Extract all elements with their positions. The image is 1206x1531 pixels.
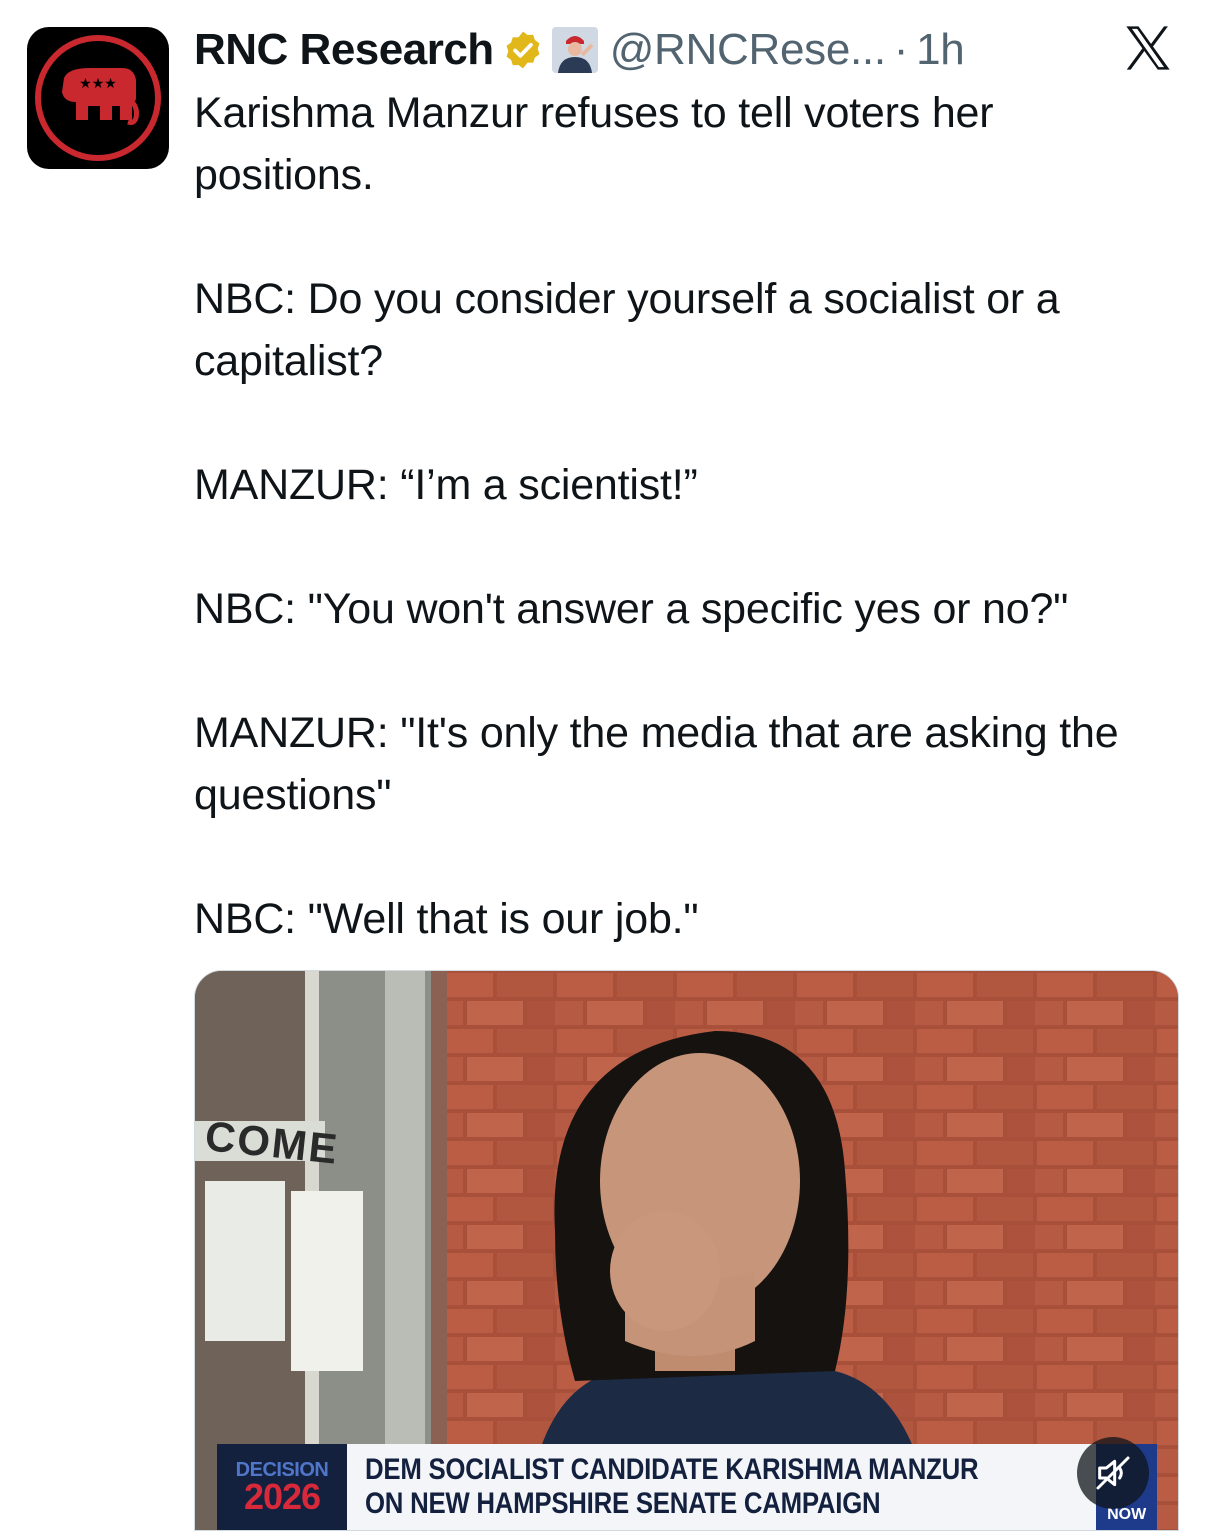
tweet-paragraph: Karishma Manzur refuses to tell voters h… bbox=[194, 89, 994, 199]
affiliate-avatar[interactable] bbox=[551, 27, 598, 73]
tweet-paragraph: NBC: "You won't answer a specific yes or… bbox=[194, 585, 1069, 633]
tweet-paragraph: NBC: Do you consider yourself a socialis… bbox=[194, 275, 1060, 385]
tweet-paragraph: MANZUR: "It's only the media that are as… bbox=[194, 709, 1119, 819]
account-handle[interactable]: @RNCRese... bbox=[610, 25, 886, 75]
rnc-avatar[interactable]: ★★★ bbox=[27, 27, 169, 169]
mute-button[interactable] bbox=[1077, 1437, 1149, 1509]
timestamp[interactable]: 1h bbox=[916, 25, 965, 75]
elephant-logo-icon: ★★★ bbox=[62, 68, 139, 125]
logo-year-text: 2026 bbox=[243, 1476, 321, 1517]
tweet-paragraph: NBC: "Well that is our job." bbox=[194, 895, 699, 943]
avatar-ring: ★★★ bbox=[35, 35, 161, 161]
verified-badge-icon bbox=[506, 31, 540, 69]
headline-line-1: DEM SOCIALIST CANDIDATE KARISHMA MANZUR bbox=[365, 1453, 979, 1486]
tweet-paragraph: MANZUR: “I’m a scientist!” bbox=[194, 461, 698, 509]
affiliate-person-icon bbox=[551, 27, 598, 73]
tweet-text: Karishma Manzur refuses to tell voters h… bbox=[194, 82, 1184, 950]
x-logo-icon[interactable] bbox=[1122, 22, 1174, 74]
news-lower-third: DECISION 2026 DEM SOCIALIST CANDIDATE KA… bbox=[217, 1444, 1157, 1530]
lower-third-headline: DEM SOCIALIST CANDIDATE KARISHMA MANZUR … bbox=[347, 1444, 1097, 1530]
headline-line-2: ON NEW HAMPSHIRE SENATE CAMPAIGN bbox=[365, 1487, 881, 1520]
svg-text:★★★: ★★★ bbox=[79, 76, 117, 92]
account-name[interactable]: RNC Research bbox=[194, 25, 494, 75]
mute-icon bbox=[1096, 1456, 1130, 1490]
separator-dot: · bbox=[893, 25, 909, 74]
tweet-header: RNC Research @RNCRese... · 1h bbox=[194, 22, 965, 78]
decision-2026-logo: DECISION 2026 bbox=[217, 1444, 348, 1530]
video-player[interactable]: COME DECISION 2026 DEM SOCIALIST CANDIDA… bbox=[194, 970, 1179, 1531]
